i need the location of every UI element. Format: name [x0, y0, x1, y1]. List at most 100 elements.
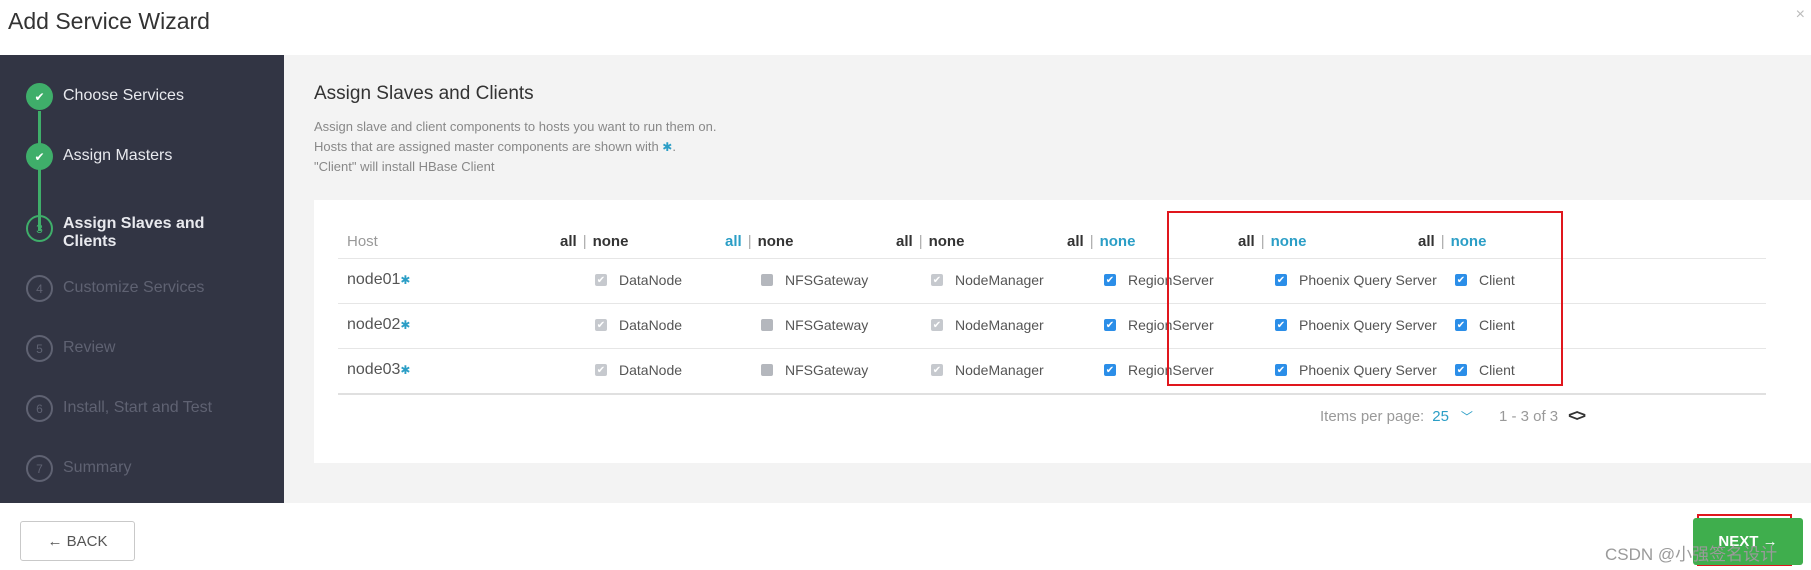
description-period: .: [672, 139, 676, 154]
component-label: NodeManager: [955, 362, 1044, 378]
watermark: CSDN @小强签名设计: [1605, 545, 1778, 564]
description-line: "Client" will install HBase Client: [314, 159, 495, 174]
regionserver-checkbox[interactable]: ✔ RegionServer: [1104, 317, 1214, 333]
nfsgateway-checkbox: NFSGateway: [761, 272, 868, 288]
regionserver-header: all | none: [1067, 233, 1135, 250]
separator: |: [1440, 233, 1445, 250]
nfsgateway-checkbox: NFSGateway: [761, 362, 868, 378]
step-number: 7: [26, 455, 53, 482]
select-none-link[interactable]: none: [929, 233, 965, 250]
select-none-link[interactable]: none: [593, 233, 629, 250]
master-asterisk-icon: ✱: [400, 318, 411, 332]
close-icon[interactable]: ×: [1796, 6, 1805, 24]
separator: |: [747, 233, 752, 250]
prev-next-icon[interactable]: <>: [1568, 406, 1586, 426]
checkbox-icon[interactable]: ✔: [1104, 319, 1116, 331]
page-description: Assign slave and client components to ho…: [314, 117, 717, 177]
step-label: Review: [63, 339, 116, 356]
component-label: RegionServer: [1128, 272, 1214, 288]
step-label: Assign Slaves and Clients: [63, 215, 205, 250]
assignment-table: Host all | none all | none all | none all | none…: [314, 200, 1811, 463]
component-label: NFSGateway: [785, 317, 869, 333]
separator: |: [1260, 233, 1265, 250]
checkbox-icon[interactable]: ✔: [1455, 364, 1467, 376]
component-label: Client: [1479, 272, 1515, 288]
row-divider: [338, 393, 1766, 395]
client-checkbox[interactable]: ✔ Client: [1455, 272, 1515, 288]
items-per-page-select[interactable]: 25: [1432, 408, 1449, 425]
step-label: Install, Start and Test: [63, 399, 213, 416]
step-number: 6: [26, 395, 53, 422]
progress-line: [38, 111, 41, 231]
description-text: Hosts that are assigned master component…: [314, 139, 659, 154]
checkbox-icon[interactable]: ✔: [1104, 274, 1116, 286]
component-label: NFSGateway: [785, 272, 869, 288]
client-checkbox[interactable]: ✔ Client: [1455, 362, 1515, 378]
wizard-title: Add Service Wizard: [8, 8, 210, 34]
nodemanager-header: all | none: [896, 233, 964, 250]
step-label: Choose Services: [63, 87, 184, 104]
select-none-link[interactable]: none: [1271, 233, 1307, 250]
select-none-link[interactable]: none: [758, 233, 794, 250]
row-divider: [338, 348, 1766, 349]
separator: |: [582, 233, 587, 250]
main-content: Assign Slaves and Clients Assign slave a…: [284, 55, 1811, 503]
nodemanager-checkbox: ✔ NodeManager: [931, 272, 1044, 288]
select-all-link[interactable]: all: [896, 233, 913, 250]
checkbox-icon[interactable]: ✔: [1455, 274, 1467, 286]
page-range: 1 - 3 of 3: [1498, 407, 1559, 425]
step-label: Summary: [63, 459, 132, 476]
checkbox-icon[interactable]: ✔: [1104, 364, 1116, 376]
host-name: node01: [347, 271, 401, 288]
phoenix-checkbox[interactable]: ✔ Phoenix Query Server: [1275, 362, 1437, 378]
step-number: 5: [26, 335, 53, 362]
step-number: 4: [26, 275, 53, 302]
table-row-host: node03 ✱: [347, 361, 410, 379]
checkbox-icon: [761, 364, 773, 376]
pagination: Items per page: 25 ﹀ 1 - 3 of 3 <>: [1320, 406, 1586, 426]
checkbox-icon[interactable]: ✔: [1455, 319, 1467, 331]
select-none-link[interactable]: none: [1451, 233, 1487, 250]
checkbox-icon[interactable]: ✔: [1275, 364, 1287, 376]
phoenix-checkbox[interactable]: ✔ Phoenix Query Server: [1275, 272, 1437, 288]
master-asterisk-icon: ✱: [400, 273, 411, 287]
select-all-link[interactable]: all: [725, 233, 742, 250]
back-button[interactable]: ← BACK: [20, 521, 135, 561]
datanode-header: all | none: [560, 233, 628, 250]
component-label: Phoenix Query Server: [1299, 317, 1437, 333]
select-all-link[interactable]: all: [1067, 233, 1084, 250]
check-icon: ✔: [26, 83, 53, 110]
items-per-page-label: Items per page:: [1320, 407, 1425, 425]
step-choose-services[interactable]: ✔ Choose Services: [26, 83, 184, 110]
select-all-link[interactable]: all: [560, 233, 577, 250]
description-line: Hosts that are assigned master component…: [314, 137, 717, 157]
regionserver-checkbox[interactable]: ✔ RegionServer: [1104, 362, 1214, 378]
component-label: Phoenix Query Server: [1299, 272, 1437, 288]
component-label: Phoenix Query Server: [1299, 362, 1437, 378]
select-all-link[interactable]: all: [1418, 233, 1435, 250]
master-asterisk-icon: ✱: [662, 140, 673, 154]
datanode-checkbox: ✔ DataNode: [595, 317, 682, 333]
nfsgateway-header: all | none: [725, 233, 793, 250]
step-number: 3: [26, 215, 53, 242]
checkbox-icon[interactable]: ✔: [1275, 319, 1287, 331]
phoenix-header: all | none: [1238, 233, 1306, 250]
checkbox-icon[interactable]: ✔: [1275, 274, 1287, 286]
checkbox-icon: [761, 319, 773, 331]
step-summary: 7 Summary: [26, 455, 131, 482]
step-label: Assign Masters: [63, 147, 173, 164]
select-all-link[interactable]: all: [1238, 233, 1255, 250]
component-label: RegionServer: [1128, 362, 1214, 378]
phoenix-checkbox[interactable]: ✔ Phoenix Query Server: [1275, 317, 1437, 333]
page-title: Assign Slaves and Clients: [314, 83, 534, 104]
select-none-link[interactable]: none: [1100, 233, 1136, 250]
step-assign-masters[interactable]: ✔ Assign Masters: [26, 143, 172, 170]
nodemanager-checkbox: ✔ NodeManager: [931, 362, 1044, 378]
row-divider: [338, 258, 1766, 259]
component-label: Client: [1479, 362, 1515, 378]
client-checkbox[interactable]: ✔ Client: [1455, 317, 1515, 333]
regionserver-checkbox[interactable]: ✔ RegionServer: [1104, 272, 1214, 288]
client-header: all | none: [1418, 233, 1486, 250]
step-label: Customize Services: [63, 279, 205, 296]
chevron-down-icon[interactable]: ﹀: [1461, 408, 1473, 425]
